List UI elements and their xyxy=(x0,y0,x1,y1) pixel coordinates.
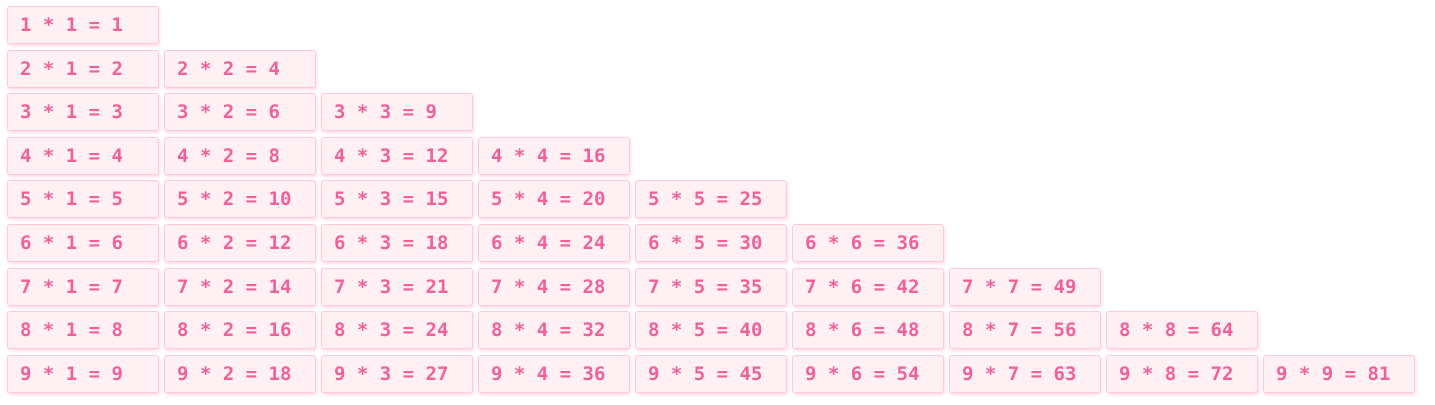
table-cell: 3 * 2 = 6 xyxy=(164,93,316,132)
table-cell: 9 * 1 = 9 xyxy=(7,354,159,393)
table-cell: 6 * 4 = 24 xyxy=(478,223,630,262)
table-cell: 9 * 8 = 72 xyxy=(1106,354,1258,393)
table-cell: 8 * 2 = 16 xyxy=(164,311,316,350)
table-cell: 9 * 7 = 63 xyxy=(949,354,1101,393)
table-cell: 5 * 2 = 10 xyxy=(164,180,316,219)
table-cell: 3 * 1 = 3 xyxy=(7,93,159,132)
table-cell: 7 * 5 = 35 xyxy=(635,267,787,306)
table-cell: 9 * 9 = 81 xyxy=(1263,354,1415,393)
table-cell: 2 * 2 = 4 xyxy=(164,49,316,88)
table-row: 3 * 1 = 33 * 2 = 63 * 3 = 9 xyxy=(7,93,1435,132)
table-cell: 8 * 8 = 64 xyxy=(1106,311,1258,350)
table-row: 2 * 1 = 22 * 2 = 4 xyxy=(7,49,1435,88)
table-cell: 8 * 7 = 56 xyxy=(949,311,1101,350)
table-row: 5 * 1 = 55 * 2 = 10 5 * 3 = 15 5 * 4 = 20 5… xyxy=(7,180,1435,219)
table-cell: 6 * 2 = 12 xyxy=(164,223,316,262)
table-cell: 7 * 3 = 21 xyxy=(321,267,473,306)
table-cell: 2 * 1 = 2 xyxy=(7,49,159,88)
table-cell: 5 * 1 = 5 xyxy=(7,180,159,219)
table-cell: 9 * 6 = 54 xyxy=(792,354,944,393)
table-cell: 3 * 3 = 9 xyxy=(321,93,473,132)
table-cell: 6 * 5 = 30 xyxy=(635,223,787,262)
table-cell: 9 * 4 = 36 xyxy=(478,354,630,393)
table-cell: 7 * 2 = 14 xyxy=(164,267,316,306)
table-cell: 4 * 1 = 4 xyxy=(7,136,159,175)
table-cell: 6 * 6 = 36 xyxy=(792,223,944,262)
table-cell: 8 * 1 = 8 xyxy=(7,311,159,350)
table-cell: 7 * 4 = 28 xyxy=(478,267,630,306)
table-row: 6 * 1 = 66 * 2 = 12 6 * 3 = 18 6 * 4 = 24 6… xyxy=(7,223,1435,262)
table-cell: 4 * 4 = 16 xyxy=(478,136,630,175)
table-cell: 5 * 4 = 20 xyxy=(478,180,630,219)
table-cell: 7 * 7 = 49 xyxy=(949,267,1101,306)
table-cell: 8 * 3 = 24 xyxy=(321,311,473,350)
table-row: 4 * 1 = 44 * 2 = 84 * 3 = 12 4 * 4 = 16 xyxy=(7,136,1435,175)
table-cell: 9 * 2 = 18 xyxy=(164,354,316,393)
table-cell: 8 * 6 = 48 xyxy=(792,311,944,350)
table-cell: 4 * 3 = 12 xyxy=(321,136,473,175)
table-cell: 5 * 3 = 15 xyxy=(321,180,473,219)
table-cell: 5 * 5 = 25 xyxy=(635,180,787,219)
table-row: 8 * 1 = 88 * 2 = 16 8 * 3 = 24 8 * 4 = 32 8… xyxy=(7,311,1435,350)
table-cell: 8 * 5 = 40 xyxy=(635,311,787,350)
table-row: 9 * 1 = 99 * 2 = 18 9 * 3 = 27 9 * 4 = 36 9… xyxy=(7,354,1435,393)
table-cell: 6 * 3 = 18 xyxy=(321,223,473,262)
multiplication-table: 1 * 1 = 12 * 1 = 22 * 2 = 43 * 1 = 33 * … xyxy=(0,0,1435,393)
table-row: 1 * 1 = 1 xyxy=(7,6,1435,44)
table-row: 7 * 1 = 77 * 2 = 14 7 * 3 = 21 7 * 4 = 28 7… xyxy=(7,267,1435,306)
table-cell: 9 * 3 = 27 xyxy=(321,354,473,393)
table-cell: 1 * 1 = 1 xyxy=(7,6,159,44)
table-cell: 4 * 2 = 8 xyxy=(164,136,316,175)
table-cell: 7 * 1 = 7 xyxy=(7,267,159,306)
table-cell: 6 * 1 = 6 xyxy=(7,223,159,262)
table-cell: 8 * 4 = 32 xyxy=(478,311,630,350)
table-cell: 7 * 6 = 42 xyxy=(792,267,944,306)
table-cell: 9 * 5 = 45 xyxy=(635,354,787,393)
